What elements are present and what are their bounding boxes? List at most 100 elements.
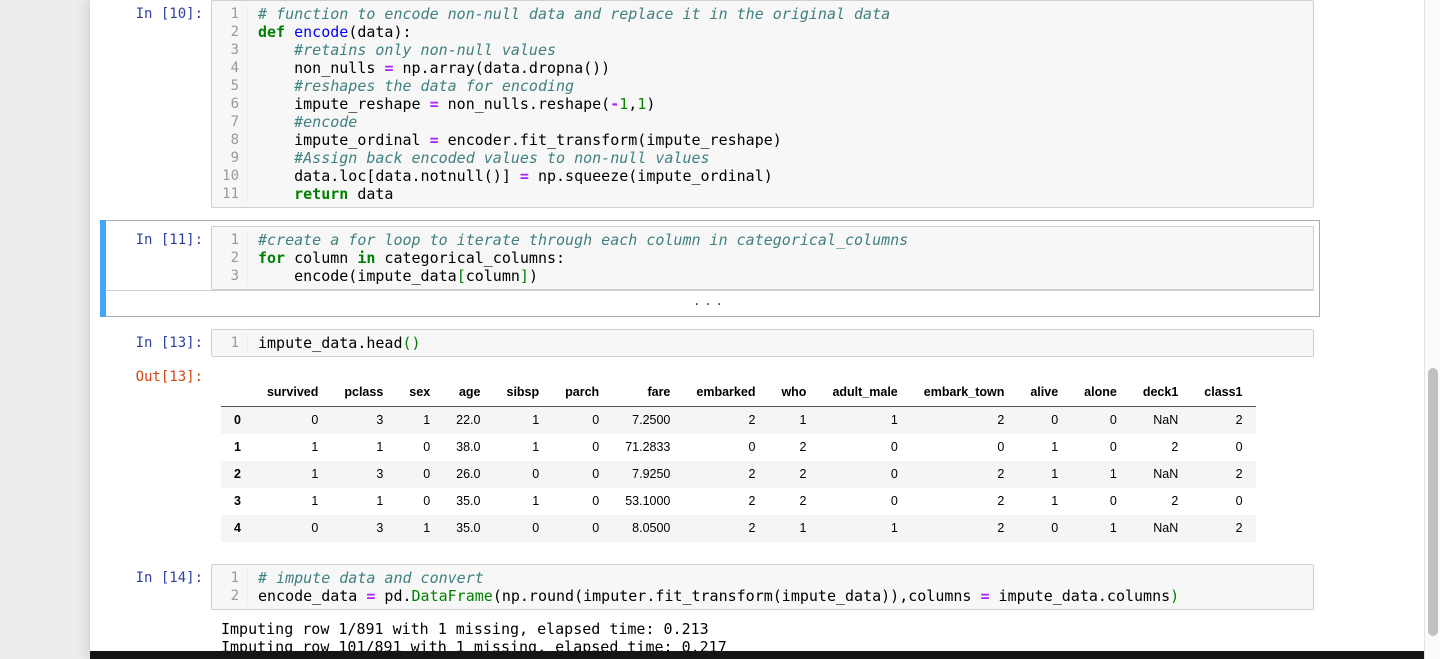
code-text: def encode(data): bbox=[248, 23, 1313, 41]
column-header: survived bbox=[253, 381, 332, 407]
table-cell: 0 bbox=[592, 413, 600, 427]
table-cell: 0 bbox=[311, 521, 319, 535]
line-number: 1 bbox=[212, 334, 248, 352]
table-cell: 1 bbox=[1051, 467, 1059, 481]
line-number: 2 bbox=[212, 587, 248, 605]
token-num: 1 bbox=[619, 95, 629, 113]
line-number: 2 bbox=[212, 23, 248, 41]
table-cell: 1 bbox=[311, 494, 319, 508]
table-cell: 2 bbox=[799, 440, 807, 454]
table-cell: 0 bbox=[890, 467, 898, 481]
code-editor[interactable]: 1 #create a for loop to iterate through e… bbox=[211, 226, 1314, 290]
token-plain: ) bbox=[528, 267, 538, 285]
token-bi: ) bbox=[1170, 587, 1180, 605]
token-op: = bbox=[429, 131, 439, 149]
table-cell: 2 bbox=[1171, 440, 1179, 454]
token-plain: (data): bbox=[348, 23, 412, 41]
code-line: 10 data.loc[data.notnull()] = np.squeeze… bbox=[212, 167, 1313, 185]
token-plain: encode_data bbox=[258, 587, 367, 605]
token-kw: for bbox=[258, 249, 286, 267]
column-header bbox=[221, 381, 254, 407]
cell-input-row: In [13]: 1 impute_data.head() bbox=[106, 329, 1314, 357]
code-line: 5 #reshapes the data for encoding bbox=[212, 77, 1313, 95]
code-text: data.loc[data.notnull()] = np.squeeze(im… bbox=[248, 167, 1313, 185]
code-editor[interactable]: 1 # function to encode non-null data and … bbox=[211, 0, 1314, 208]
code-text: encode(impute_data[column]) bbox=[248, 267, 1313, 285]
cell-list: In [10]: 1 # function to encode non-null d… bbox=[90, 0, 1424, 659]
table-cell: 2 bbox=[1235, 413, 1243, 427]
code-text: impute_data.head() bbox=[248, 334, 1313, 352]
line-number: 4 bbox=[212, 59, 248, 77]
table-cell: 1 bbox=[1109, 467, 1117, 481]
table-cell: 2 bbox=[748, 413, 756, 427]
token-plain: pd. bbox=[375, 587, 412, 605]
table-row: 3 1 1 0 35.0 1 0 53.1000 2 2 0 2 1 0 2 0 bbox=[221, 488, 1256, 515]
token-plain: (np.round(imputer.fit_transform(impute_d… bbox=[492, 587, 981, 605]
column-header: embarked bbox=[683, 381, 769, 407]
column-header: pclass bbox=[331, 381, 397, 407]
code-editor[interactable]: 1 impute_data.head() bbox=[211, 329, 1314, 357]
code-cell[interactable]: In [10]: 1 # function to encode non-null d… bbox=[100, 0, 1320, 214]
notebook-container: In [10]: 1 # function to encode non-null d… bbox=[90, 0, 1424, 659]
code-text: #create a for loop to iterate through ea… bbox=[248, 231, 1313, 249]
table-cell: 0 bbox=[423, 440, 431, 454]
token-bi: DataFrame bbox=[411, 587, 493, 605]
table-cell: 53.1000 bbox=[625, 494, 671, 508]
column-header: parch bbox=[552, 381, 613, 407]
token-bi: [ bbox=[456, 267, 466, 285]
jupyter-page: In [10]: 1 # function to encode non-null d… bbox=[0, 0, 1440, 659]
token-op: = bbox=[519, 167, 529, 185]
collapsed-output-toggle[interactable]: ... bbox=[106, 290, 1314, 311]
table-cell: 0 bbox=[592, 440, 600, 454]
table-cell: 1 bbox=[1051, 440, 1059, 454]
token-plain: encoder.fit_transform(impute_reshape) bbox=[438, 131, 782, 149]
table-cell: 1 bbox=[423, 521, 431, 535]
token-plain: impute_ordinal bbox=[258, 131, 430, 149]
code-line: 3 #retains only non-null values bbox=[212, 41, 1313, 59]
token-op: - bbox=[610, 95, 620, 113]
code-text: #encode bbox=[248, 113, 1313, 131]
token-plain: non_nulls.reshape( bbox=[438, 95, 611, 113]
token-plain: ) bbox=[646, 95, 656, 113]
line-number: 7 bbox=[212, 113, 248, 131]
table-cell: 2 bbox=[748, 521, 756, 535]
code-line: 1 impute_data.head() bbox=[212, 334, 1313, 352]
token-plain: np.array(data.dropna()) bbox=[393, 59, 611, 77]
table-cell: 1 bbox=[311, 467, 319, 481]
code-line: 1 # impute data and convert bbox=[212, 569, 1313, 587]
table-cell: 38.0 bbox=[456, 440, 481, 454]
code-cell[interactable]: In [13]: 1 impute_data.head() Out[13]: survi… bbox=[100, 323, 1320, 552]
token-com: #encode bbox=[294, 113, 358, 131]
table-cell: 0 bbox=[1235, 494, 1243, 508]
table-cell: 2 bbox=[748, 467, 756, 481]
code-line: 2 for column in categorical_columns: bbox=[212, 249, 1313, 267]
token-com: #retains only non-null values bbox=[294, 41, 557, 59]
cell-input-row: In [10]: 1 # function to encode non-null d… bbox=[106, 0, 1314, 208]
table-cell: 8.0500 bbox=[632, 521, 671, 535]
table-cell: 2 bbox=[997, 521, 1005, 535]
code-cell[interactable]: In [14]: 1 # impute data and convert 2 encod… bbox=[100, 558, 1320, 659]
line-number: 1 bbox=[212, 231, 248, 249]
code-cell[interactable]: In [11]: 1 #create a for loop to iterate t… bbox=[100, 220, 1320, 317]
token-plain: column bbox=[465, 267, 520, 285]
code-text: #reshapes the data for encoding bbox=[248, 77, 1313, 95]
token-def: encode bbox=[294, 23, 349, 41]
code-text: for column in categorical_columns: bbox=[248, 249, 1313, 267]
table-cell: 2 bbox=[1235, 467, 1243, 481]
table-cell: 71.2833 bbox=[625, 440, 671, 454]
scrollbar-track[interactable] bbox=[1424, 0, 1440, 659]
token-bi: () bbox=[402, 334, 421, 352]
code-text: #retains only non-null values bbox=[248, 41, 1313, 59]
code-editor[interactable]: 1 # impute data and convert 2 encode_data =… bbox=[211, 564, 1314, 610]
cell-input-row: In [11]: 1 #create a for loop to iterate t… bbox=[106, 226, 1314, 290]
token-op: = bbox=[980, 587, 990, 605]
column-header: who bbox=[768, 381, 820, 407]
token-com: # function to encode non-null data and r… bbox=[258, 5, 891, 23]
table-row: 4 0 3 1 35.0 0 0 8.0500 2 1 1 2 0 1 NaN 2 bbox=[221, 515, 1256, 542]
scrollbar-thumb[interactable] bbox=[1428, 368, 1438, 636]
table-cell: 7.2500 bbox=[632, 413, 671, 427]
table-cell: 2 bbox=[997, 467, 1005, 481]
